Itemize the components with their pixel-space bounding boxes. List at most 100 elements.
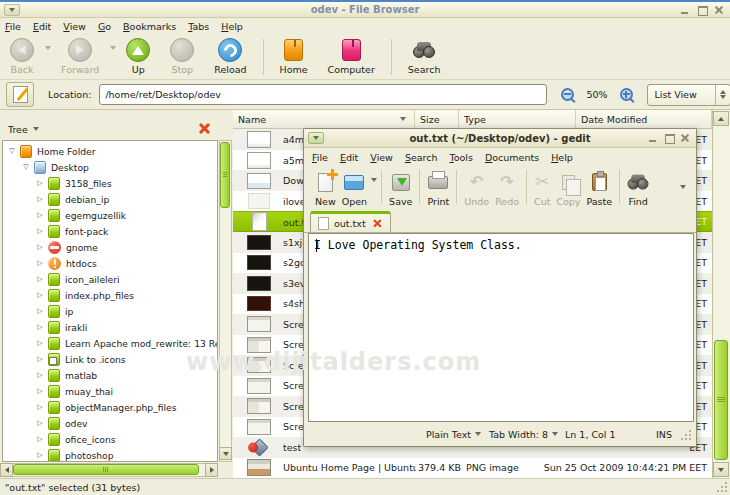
scroll-right-button[interactable] bbox=[205, 463, 218, 477]
expand-icon[interactable]: ▷ bbox=[35, 435, 45, 443]
tree-item-objectmanager-php-files[interactable]: ▷objectManager.php_files bbox=[3, 399, 177, 415]
tab-width-select[interactable]: Tab Width: 8 bbox=[489, 426, 558, 442]
tree-item-desktop[interactable]: ▽Desktop bbox=[3, 159, 89, 175]
gedit-menu-file[interactable]: File bbox=[309, 150, 331, 165]
location-input[interactable]: /home/ret/Desktop/odev bbox=[99, 84, 547, 105]
scroll-down-button[interactable] bbox=[219, 447, 232, 460]
expand-icon[interactable]: ▷ bbox=[35, 323, 45, 331]
close-button[interactable] bbox=[714, 5, 724, 15]
gedit-cut-button[interactable]: ✂Cut bbox=[531, 167, 553, 211]
expand-icon[interactable]: ▷ bbox=[35, 259, 45, 267]
column-header-size[interactable]: Size bbox=[415, 110, 459, 128]
tree-item-odev[interactable]: ▷odev bbox=[3, 415, 88, 431]
window-menu-button[interactable] bbox=[308, 132, 324, 144]
browser-reload-button[interactable]: Reload bbox=[204, 35, 256, 79]
tab-out-txt[interactable]: out.txt bbox=[310, 211, 391, 232]
browser-menu-help[interactable]: Help bbox=[218, 19, 246, 34]
sidebar-mode-select[interactable]: Tree bbox=[8, 124, 39, 135]
expand-icon[interactable]: ▷ bbox=[35, 227, 45, 235]
tree-item-home-folder[interactable]: ▽Home Folder bbox=[3, 143, 95, 159]
maximize-button[interactable] bbox=[697, 5, 707, 15]
tree-item-htdocs[interactable]: ▷htdocs bbox=[3, 255, 97, 271]
expand-icon[interactable]: ▷ bbox=[35, 403, 45, 411]
scrollbar-thumb[interactable] bbox=[220, 142, 230, 208]
resize-grip[interactable] bbox=[680, 429, 692, 441]
browser-home-button[interactable]: Home bbox=[270, 35, 318, 79]
browser-computer-button[interactable]: Computer bbox=[318, 35, 385, 79]
gedit-menu-documents[interactable]: Documents bbox=[482, 150, 542, 165]
tree-item-font-pack[interactable]: ▷font-pack bbox=[3, 223, 108, 239]
browser-menu-tabs[interactable]: Tabs bbox=[185, 19, 212, 34]
sidebar-vertical-scrollbar[interactable] bbox=[219, 140, 232, 462]
zoom-out-button[interactable] bbox=[561, 88, 574, 101]
expand-icon[interactable]: ▷ bbox=[35, 291, 45, 299]
gedit-menu-view[interactable]: View bbox=[367, 150, 396, 165]
zoom-in-button[interactable] bbox=[620, 88, 633, 101]
close-button[interactable] bbox=[680, 133, 690, 143]
sidebar-close-button[interactable] bbox=[198, 122, 210, 134]
window-menu-button[interactable] bbox=[4, 4, 20, 16]
forward-dropdown-chevron[interactable] bbox=[110, 46, 116, 50]
expand-icon[interactable]: ▷ bbox=[35, 451, 45, 459]
toggle-location-entry-button[interactable] bbox=[6, 82, 34, 107]
tree-item-photoshop[interactable]: ▷photoshop bbox=[3, 447, 114, 462]
expand-icon[interactable]: ▷ bbox=[35, 243, 45, 251]
minimize-button[interactable] bbox=[648, 133, 658, 143]
tree-item-ofice-icons[interactable]: ▷ofice_icons bbox=[3, 431, 116, 447]
toolbar-overflow-chevron[interactable] bbox=[680, 185, 686, 189]
expand-icon[interactable]: ▷ bbox=[35, 387, 45, 395]
tree-item-egemguzellik[interactable]: ▷egemguzellik bbox=[3, 207, 126, 223]
scroll-left-button[interactable] bbox=[0, 463, 13, 477]
gedit-menu-search[interactable]: Search bbox=[402, 150, 441, 165]
gedit-redo-button[interactable]: ↷Redo bbox=[492, 167, 522, 211]
scroll-down-button[interactable] bbox=[713, 462, 729, 477]
browser-menu-view[interactable]: View bbox=[60, 19, 89, 34]
back-dropdown-chevron[interactable] bbox=[45, 46, 51, 50]
column-header-date-modified[interactable]: Date Modified bbox=[576, 110, 712, 128]
tree-item-ip[interactable]: ▷ip bbox=[3, 303, 73, 319]
tree-item-link-to-icons[interactable]: ▷Link to .icons bbox=[3, 351, 126, 367]
browser-back-button[interactable]: Back bbox=[0, 35, 44, 79]
tree-item-icon-aileleri[interactable]: ▷icon_aileleri bbox=[3, 271, 120, 287]
gedit-open-button[interactable]: Open bbox=[339, 167, 370, 211]
expand-icon[interactable]: ▷ bbox=[35, 419, 45, 427]
expand-icon[interactable]: ▷ bbox=[35, 179, 45, 187]
expand-icon[interactable]: ▷ bbox=[35, 339, 45, 347]
browser-stop-button[interactable]: Stop bbox=[160, 35, 204, 79]
minimize-button[interactable] bbox=[680, 5, 690, 15]
gedit-menu-help[interactable]: Help bbox=[548, 150, 576, 165]
column-header-type[interactable]: Type bbox=[459, 110, 576, 128]
file-row-ubuntu-home-page-ubu[interactable]: Ubuntu Home Page | Ubuntu_125...379.4 KB… bbox=[233, 457, 712, 478]
expand-icon[interactable]: ▷ bbox=[35, 371, 45, 379]
tree-item-irakli[interactable]: ▷irakli bbox=[3, 319, 87, 335]
gedit-find-button[interactable]: Find bbox=[624, 167, 652, 211]
language-select[interactable]: Plain Text bbox=[426, 426, 481, 442]
expand-icon[interactable]: ▷ bbox=[35, 307, 45, 315]
scrollbar-thumb[interactable] bbox=[13, 464, 199, 475]
gedit-paste-button[interactable]: Paste bbox=[584, 167, 616, 211]
gedit-copy-button[interactable]: Copy bbox=[553, 167, 583, 211]
browser-menu-bookmarks[interactable]: Bookmarks bbox=[120, 19, 179, 34]
browser-search-button[interactable]: Search bbox=[398, 35, 451, 79]
tree-item-gnome[interactable]: ▷gnome bbox=[3, 239, 98, 255]
browser-menu-edit[interactable]: Edit bbox=[30, 19, 54, 34]
tab-close-icon[interactable] bbox=[372, 219, 381, 228]
browser-forward-button[interactable]: Forward bbox=[51, 35, 109, 79]
collapse-icon[interactable]: ▽ bbox=[7, 147, 17, 155]
tree-item-matlab[interactable]: ▷matlab bbox=[3, 367, 97, 383]
resize-grip[interactable] bbox=[716, 481, 728, 493]
collapse-icon[interactable]: ▽ bbox=[21, 163, 31, 171]
gedit-print-button[interactable]: Print bbox=[424, 167, 452, 211]
gedit-menu-edit[interactable]: Edit bbox=[337, 150, 361, 165]
gedit-save-button[interactable]: Save bbox=[386, 167, 415, 211]
file-list-vertical-scrollbar[interactable] bbox=[712, 110, 730, 478]
maximize-button[interactable] bbox=[664, 133, 674, 143]
scroll-up-button[interactable] bbox=[713, 111, 729, 126]
gedit-undo-button[interactable]: ↶Undo bbox=[461, 167, 492, 211]
expand-icon[interactable]: ▷ bbox=[35, 211, 45, 219]
tree-item-index-php-files[interactable]: ▷index.php_files bbox=[3, 287, 134, 303]
expand-icon[interactable]: ▷ bbox=[35, 275, 45, 283]
view-mode-select[interactable]: List View bbox=[647, 84, 730, 106]
tree-item-3158-files[interactable]: ▷3158_files bbox=[3, 175, 112, 191]
view-mode-stepper[interactable] bbox=[715, 85, 730, 105]
